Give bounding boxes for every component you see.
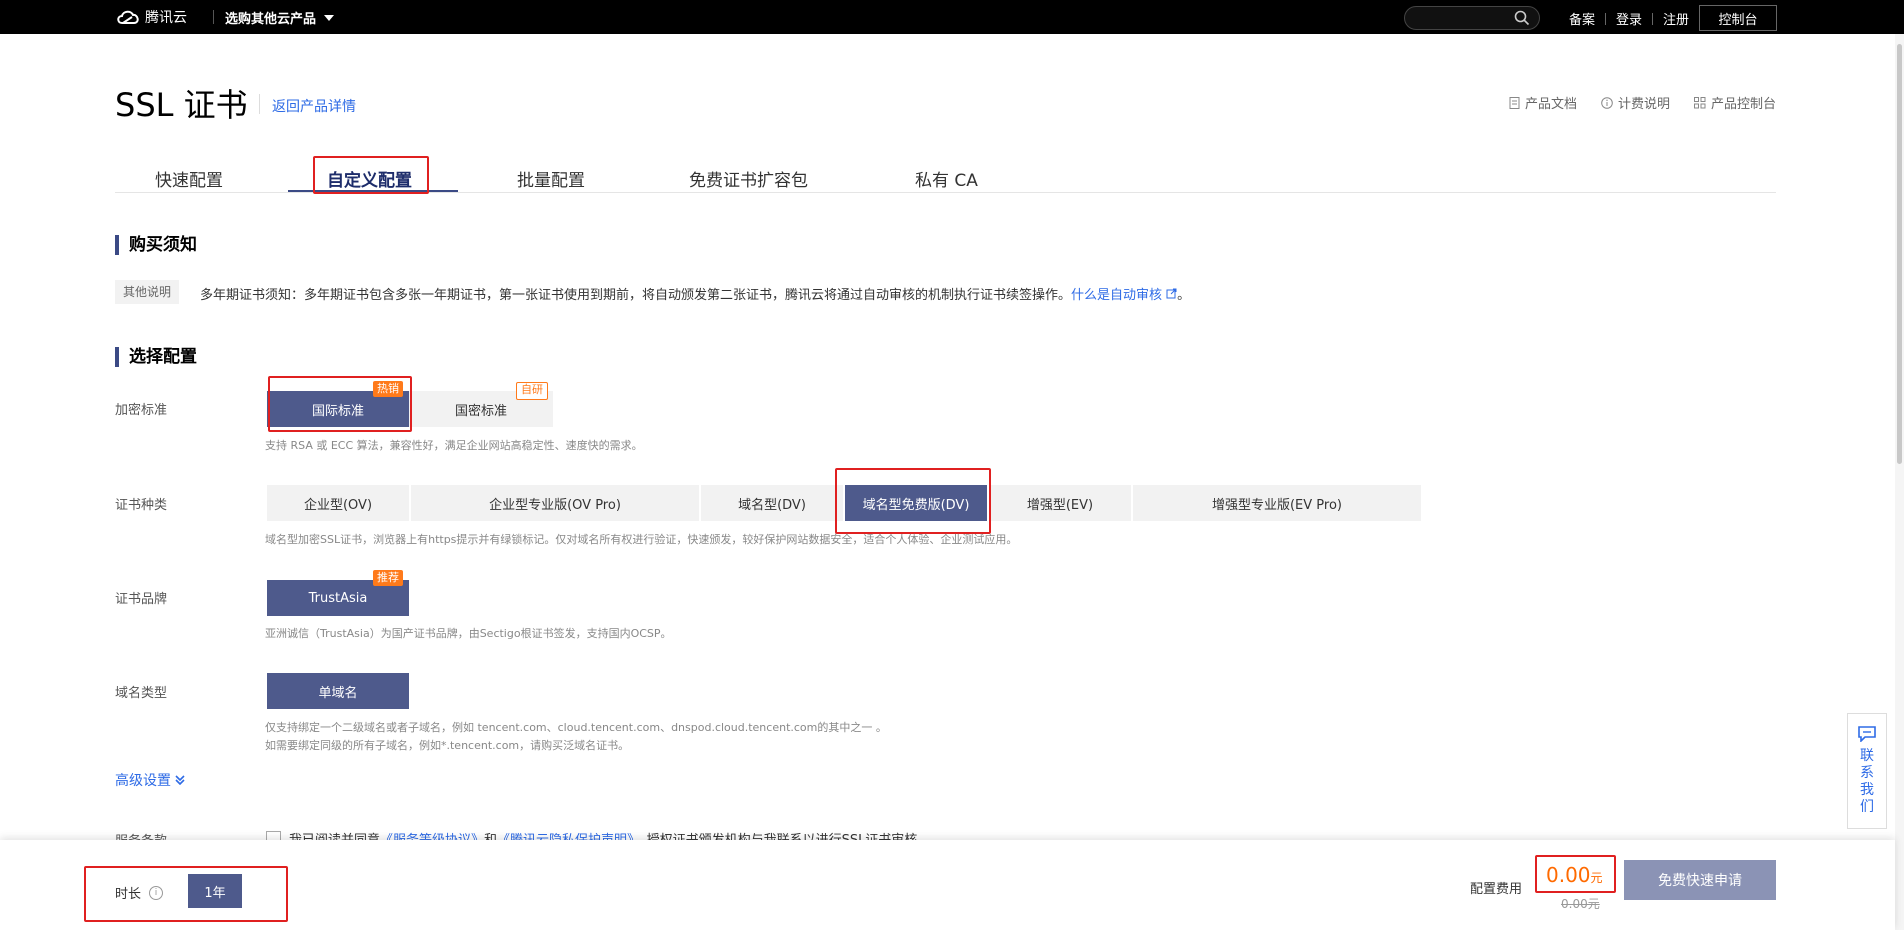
tab-free-cert-pack[interactable]: 免费证书扩容包	[689, 166, 808, 191]
console-button[interactable]: 控制台	[1699, 5, 1777, 31]
option-ev[interactable]: 增强型(EV)	[989, 485, 1131, 521]
notice-tail: 。	[1177, 288, 1191, 303]
recommended-badge: 推荐	[373, 570, 403, 586]
option-ev-pro[interactable]: 增强型专业版(EV Pro)	[1133, 485, 1421, 521]
grid-icon	[1693, 96, 1706, 108]
option-ov[interactable]: 企业型(OV)	[267, 485, 409, 521]
option-dv-free[interactable]: 域名型免费版(DV)	[845, 485, 987, 521]
auto-review-label: 什么是自动审核	[1071, 288, 1163, 303]
option-dv[interactable]: 域名型(DV)	[701, 485, 843, 521]
duration-label: 时长	[115, 887, 142, 902]
page-title: SSL 证书	[115, 86, 248, 124]
login-link[interactable]: 登录	[1616, 9, 1642, 28]
advanced-settings-label: 高级设置	[115, 773, 171, 789]
original-price: 0.00元	[1561, 897, 1600, 911]
tab-quick-config[interactable]: 快速配置	[155, 166, 223, 191]
fee-label: 配置费用	[1470, 882, 1523, 897]
divider	[1652, 12, 1654, 25]
header-links: 产品文档 计费说明 产品控制台	[1509, 93, 1776, 112]
top-navbar: 腾讯云 选购其他云产品 备案 登录 注册 控制台	[0, 0, 1904, 34]
price-value: 0.00元	[1546, 863, 1603, 887]
info-icon	[1601, 96, 1613, 109]
info-icon[interactable]: i	[149, 885, 164, 900]
domain-type-desc-line1: 仅支持绑定一个二级域名或者子域名，例如 tencent.com、cloud.te…	[265, 721, 887, 734]
other-products-menu[interactable]: 选购其他云产品	[225, 8, 335, 27]
tab-private-ca[interactable]: 私有 CA	[915, 166, 978, 191]
hot-badge: 热销	[373, 381, 403, 397]
cert-brand-desc: 亚洲诚信（TrustAsia）为国产证书品牌，由Sectigo根证书签发，支持国…	[265, 627, 672, 640]
price-number: 0.00	[1546, 863, 1591, 887]
option-single-domain[interactable]: 单域名	[267, 673, 409, 709]
duration-option-1y[interactable]: 1年	[188, 874, 242, 908]
other-notes-tag: 其他说明	[115, 280, 180, 304]
product-docs-label: 产品文档	[1524, 97, 1577, 112]
brand-name: 腾讯云	[145, 10, 187, 26]
contact-us-float[interactable]: 联系我们	[1847, 713, 1887, 829]
scrollbar-thumb[interactable]	[1897, 44, 1902, 464]
free-apply-button[interactable]: 免费快速申请	[1624, 860, 1776, 900]
chat-icon	[1858, 726, 1876, 742]
advanced-settings-toggle[interactable]: 高级设置	[115, 770, 185, 790]
auto-review-link[interactable]: 什么是自动审核	[1071, 288, 1177, 303]
duration-label-group: 时长 i	[115, 883, 164, 902]
back-to-product-link[interactable]: 返回产品详情	[272, 96, 356, 116]
beian-link[interactable]: 备案	[1569, 9, 1595, 28]
billing-info-link[interactable]: 计费说明	[1601, 93, 1670, 112]
billing-info-label: 计费说明	[1617, 97, 1670, 112]
bottom-order-bar	[0, 840, 1895, 930]
cert-type-desc: 域名型加密SSL证书，浏览器上有https提示并有绿锁标记。仅对域名所有权进行验…	[265, 533, 1018, 546]
product-docs-link[interactable]: 产品文档	[1509, 93, 1577, 112]
register-link[interactable]: 注册	[1663, 9, 1689, 28]
contact-us-label: 联系我们	[1860, 748, 1874, 815]
chevron-down-icon	[324, 14, 335, 21]
active-tab-indicator	[288, 190, 458, 192]
self-developed-badge: 自研	[516, 382, 548, 400]
cert-brand-label: 证书品牌	[115, 592, 168, 607]
tab-custom-config[interactable]: 自定义配置	[327, 166, 412, 191]
product-console-label: 产品控制台	[1710, 97, 1776, 112]
document-icon	[1509, 96, 1520, 109]
tencent-cloud-logo[interactable]: 腾讯云	[115, 7, 187, 27]
cert-type-label: 证书种类	[115, 498, 168, 513]
price-unit: 元	[1590, 871, 1603, 885]
encryption-standard-label: 加密标准	[115, 403, 168, 418]
notice-text: 多年期证书须知：多年期证书包含多张一年期证书，第一张证书使用到期前，将自动颁发第…	[200, 288, 1072, 303]
divider	[213, 10, 214, 24]
section-title-purchase-notice: 购买须知	[115, 235, 197, 255]
domain-type-desc-line2: 如需要绑定同级的所有子域名，例如*.tencent.com，请购买泛域名证书。	[265, 739, 630, 752]
product-console-link[interactable]: 产品控制台	[1693, 93, 1776, 112]
search-box[interactable]	[1404, 6, 1540, 30]
divider	[1605, 12, 1607, 25]
tab-batch-config[interactable]: 批量配置	[517, 166, 585, 191]
other-products-label: 选购其他云产品	[225, 12, 317, 27]
domain-type-label: 域名类型	[115, 686, 168, 701]
option-ov-pro[interactable]: 企业型专业版(OV Pro)	[411, 485, 699, 521]
page-scrollbar[interactable]	[1895, 34, 1904, 930]
search-input[interactable]	[1415, 9, 1509, 29]
config-tabs: 快速配置 自定义配置 批量配置 免费证书扩容包 私有 CA	[115, 160, 1776, 193]
purchase-notice-text: 多年期证书须知：多年期证书包含多张一年期证书，第一张证书使用到期前，将自动颁发第…	[200, 284, 1190, 303]
search-icon[interactable]	[1514, 10, 1530, 26]
external-link-icon	[1166, 288, 1177, 299]
cloud-logo-icon	[117, 10, 139, 24]
top-links: 备案 登录 注册	[1569, 9, 1689, 28]
encryption-desc: 支持 RSA 或 ECC 算法，兼容性好，满足企业网站高稳定性、速度快的需求。	[265, 439, 643, 452]
divider	[259, 94, 260, 114]
double-chevron-down-icon	[175, 775, 185, 785]
section-title-select-config: 选择配置	[115, 347, 197, 367]
